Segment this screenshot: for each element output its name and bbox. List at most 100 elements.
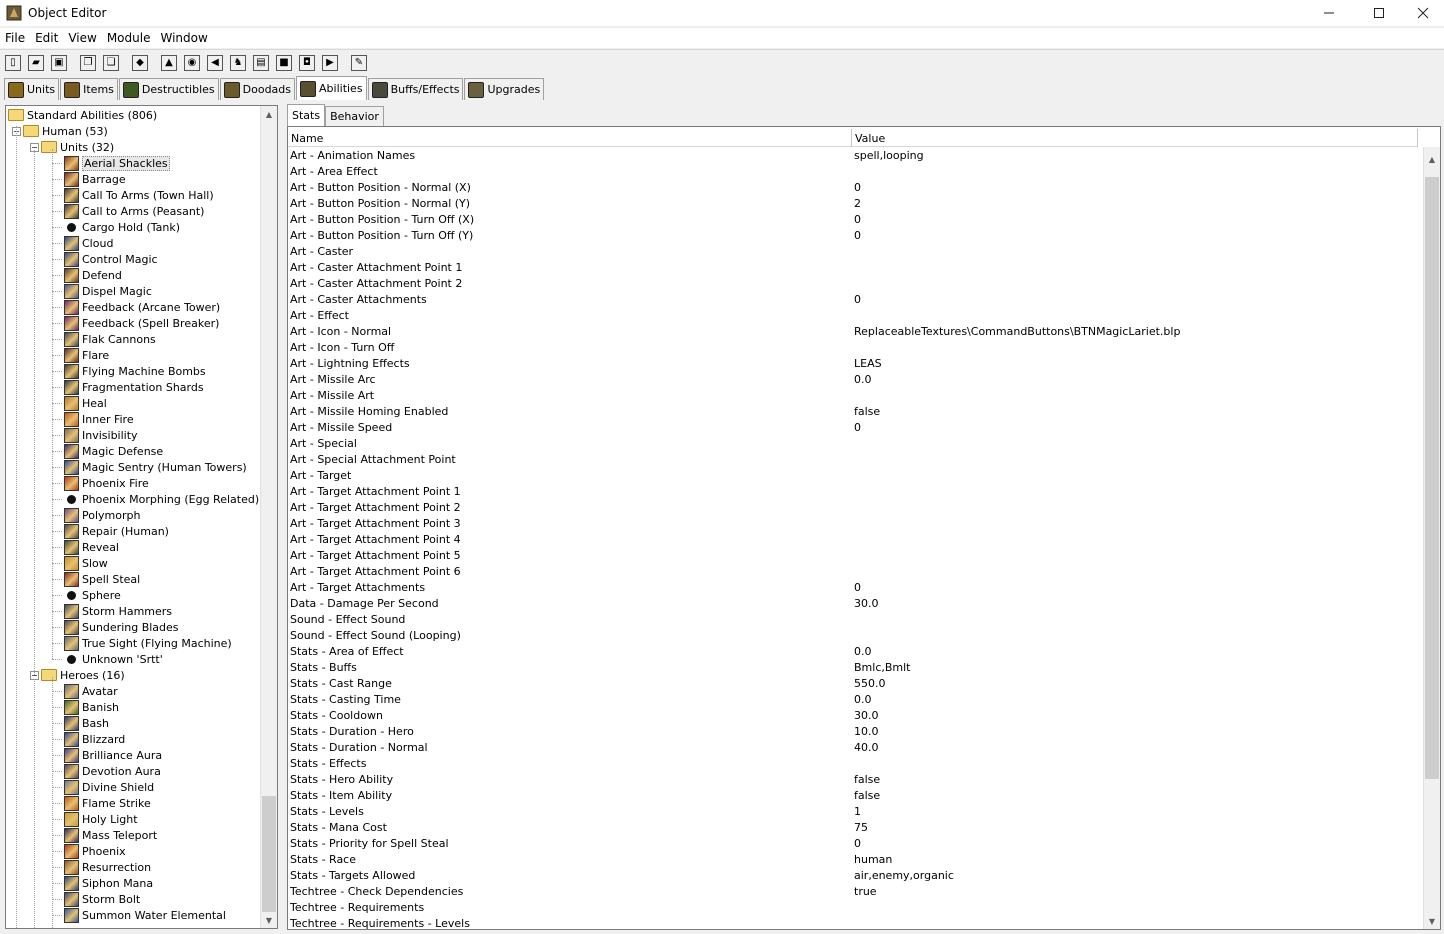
- tree-item-ability[interactable]: Devotion Aura: [64, 763, 161, 779]
- menu-file[interactable]: File: [0, 31, 30, 45]
- tree-item-ability[interactable]: Flying Machine Bombs: [64, 363, 206, 379]
- column-header-value[interactable]: Value: [852, 129, 1418, 147]
- tree-item-ability[interactable]: Holy Light: [64, 811, 138, 827]
- tab-units[interactable]: Units: [4, 78, 60, 100]
- field-row[interactable]: Techtree - Requirements: [288, 900, 1418, 916]
- field-row[interactable]: Art - Area Effect: [288, 164, 1418, 180]
- tree-item-ability[interactable]: Sundering Blades: [64, 619, 179, 635]
- save-button[interactable]: ▣: [48, 52, 70, 74]
- tree-item-ability[interactable]: Magic Defense: [64, 443, 163, 459]
- object-editor-button[interactable]: ♞: [227, 52, 249, 74]
- minimize-button[interactable]: [1306, 0, 1352, 26]
- grid-scroll-down-arrow-icon[interactable]: ▼: [1424, 913, 1440, 929]
- tree-item-ability[interactable]: Invisibility: [64, 427, 138, 443]
- object-tree[interactable]: Standard Abilities (806) − Human (53) − Unit…: [6, 106, 262, 928]
- tree-item-ability[interactable]: Dispel Magic: [64, 283, 152, 299]
- tab-doodads[interactable]: Doodads: [219, 78, 296, 100]
- field-row[interactable]: Data - Damage Per Second 30.0: [288, 596, 1418, 612]
- field-row[interactable]: Art - Button Position - Normal (X) 0: [288, 180, 1418, 196]
- field-row[interactable]: Art - Lightning Effects LEAS: [288, 356, 1418, 372]
- tree-item-ability[interactable]: Call To Arms (Town Hall): [64, 187, 214, 203]
- menu-edit[interactable]: Edit: [30, 31, 63, 45]
- tree-item-ability[interactable]: Polymorph: [64, 507, 140, 523]
- field-row[interactable]: Art - Target Attachment Point 2: [288, 500, 1418, 516]
- tree-scrollbar[interactable]: ▲ ▼: [260, 106, 277, 928]
- maximize-button[interactable]: [1356, 0, 1402, 26]
- tree-item-ability[interactable]: Cloud: [64, 235, 113, 251]
- tree-folder-human[interactable]: − Human (53): [12, 123, 108, 139]
- field-row[interactable]: Stats - Effects: [288, 756, 1418, 772]
- field-row[interactable]: Stats - Casting Time 0.0: [288, 692, 1418, 708]
- tree-scroll-thumb[interactable]: [262, 796, 276, 912]
- tree-item-ability[interactable]: Aerial Shackles: [64, 155, 170, 171]
- test-map-button[interactable]: ▶: [319, 52, 341, 74]
- field-row[interactable]: Art - Caster Attachments 0: [288, 292, 1418, 308]
- tree-item-ability[interactable]: Feedback (Spell Breaker): [64, 315, 219, 331]
- field-row[interactable]: Stats - Race human: [288, 852, 1418, 868]
- tree-item-ability[interactable]: Defend: [64, 267, 122, 283]
- paste-button[interactable]: ❏: [100, 52, 122, 74]
- tree-item-ability[interactable]: Heal: [64, 395, 107, 411]
- field-row[interactable]: Stats - Item Ability false: [288, 788, 1418, 804]
- tab-items[interactable]: Items: [60, 78, 118, 100]
- tree-item-ability[interactable]: Fragmentation Shards: [64, 379, 204, 395]
- field-row[interactable]: Art - Special Attachment Point: [288, 452, 1418, 468]
- tree-item-ability[interactable]: Magic Sentry (Human Towers): [64, 459, 247, 475]
- tree-item-ability[interactable]: Reveal: [64, 539, 119, 555]
- tree-root[interactable]: Standard Abilities (806): [8, 107, 157, 123]
- tab-destructibles[interactable]: Destructibles: [118, 78, 219, 100]
- object-manager-button[interactable]: ✎: [348, 52, 370, 74]
- scroll-up-arrow-icon[interactable]: ▲: [261, 106, 277, 122]
- field-row[interactable]: Stats - Buffs Bmlc,Bmlt: [288, 660, 1418, 676]
- field-row[interactable]: Sound - Effect Sound (Looping): [288, 628, 1418, 644]
- scroll-down-arrow-icon[interactable]: ▼: [261, 912, 277, 928]
- tab-stats[interactable]: Stats: [287, 104, 326, 126]
- tree-item-ability[interactable]: Summon Water Elemental: [64, 907, 226, 923]
- new-button[interactable]: ▯: [2, 52, 24, 74]
- tree-item-ability[interactable]: Avatar: [64, 683, 118, 699]
- field-row[interactable]: Art - Target Attachment Point 5: [288, 548, 1418, 564]
- field-row[interactable]: Art - Target Attachment Point 3: [288, 516, 1418, 532]
- field-row[interactable]: Sound - Effect Sound: [288, 612, 1418, 628]
- field-row[interactable]: Art - Caster: [288, 244, 1418, 260]
- field-row[interactable]: Techtree - Check Dependencies true: [288, 884, 1418, 900]
- tree-item-ability[interactable]: Storm Hammers: [64, 603, 172, 619]
- tree-item-ability[interactable]: Sphere: [64, 587, 121, 603]
- tree-folder-units[interactable]: − Units (32): [30, 139, 114, 155]
- tree-item-ability[interactable]: Call to Arms (Peasant): [64, 203, 204, 219]
- tree-item-ability[interactable]: Blizzard: [64, 731, 125, 747]
- campaign-editor-button[interactable]: ▤: [250, 52, 272, 74]
- field-row[interactable]: Art - Effect: [288, 308, 1418, 324]
- field-row[interactable]: Art - Special: [288, 436, 1418, 452]
- tree-item-ability[interactable]: Siphon Mana: [64, 875, 153, 891]
- field-row[interactable]: Stats - Duration - Hero 10.0: [288, 724, 1418, 740]
- field-row[interactable]: Techtree - Requirements - Levels: [288, 916, 1418, 929]
- field-row[interactable]: Art - Icon - Turn Off: [288, 340, 1418, 356]
- speaker-button[interactable]: ◀: [204, 52, 226, 74]
- tab-behavior[interactable]: Behavior: [325, 106, 384, 126]
- tree-item-ability[interactable]: Barrage: [64, 171, 126, 187]
- tree-item-ability[interactable]: Mass Teleport: [64, 827, 157, 843]
- field-row[interactable]: Art - Caster Attachment Point 1: [288, 260, 1418, 276]
- tree-item-ability[interactable]: Unknown 'Srtt': [64, 651, 163, 667]
- field-row[interactable]: Art - Animation Names spell,looping: [288, 148, 1418, 164]
- field-row[interactable]: Art - Target Attachment Point 1: [288, 484, 1418, 500]
- field-row[interactable]: Stats - Levels 1: [288, 804, 1418, 820]
- sound-editor-button[interactable]: ◉: [181, 52, 203, 74]
- tree-item-ability[interactable]: Phoenix Fire: [64, 475, 149, 491]
- menu-window[interactable]: Window: [155, 31, 212, 45]
- tree-item-ability[interactable]: Brilliance Aura: [64, 747, 162, 763]
- terrain-editor-button[interactable]: ◆: [129, 52, 151, 74]
- field-row[interactable]: Stats - Mana Cost 75: [288, 820, 1418, 836]
- field-row[interactable]: Stats - Hero Ability false: [288, 772, 1418, 788]
- tab-upgrades[interactable]: Upgrades: [464, 78, 545, 100]
- field-row[interactable]: Art - Target Attachment Point 4: [288, 532, 1418, 548]
- tree-item-ability[interactable]: Divine Shield: [64, 779, 154, 795]
- open-button[interactable]: ▰: [25, 52, 47, 74]
- field-row[interactable]: Art - Button Position - Normal (Y) 2: [288, 196, 1418, 212]
- tree-item-ability[interactable]: Repair (Human): [64, 523, 169, 539]
- ai-editor-button[interactable]: ■: [273, 52, 295, 74]
- tree-item-ability[interactable]: Feedback (Arcane Tower): [64, 299, 220, 315]
- tree-item-ability[interactable]: Control Magic: [64, 251, 158, 267]
- field-row[interactable]: Stats - Cast Range 550.0: [288, 676, 1418, 692]
